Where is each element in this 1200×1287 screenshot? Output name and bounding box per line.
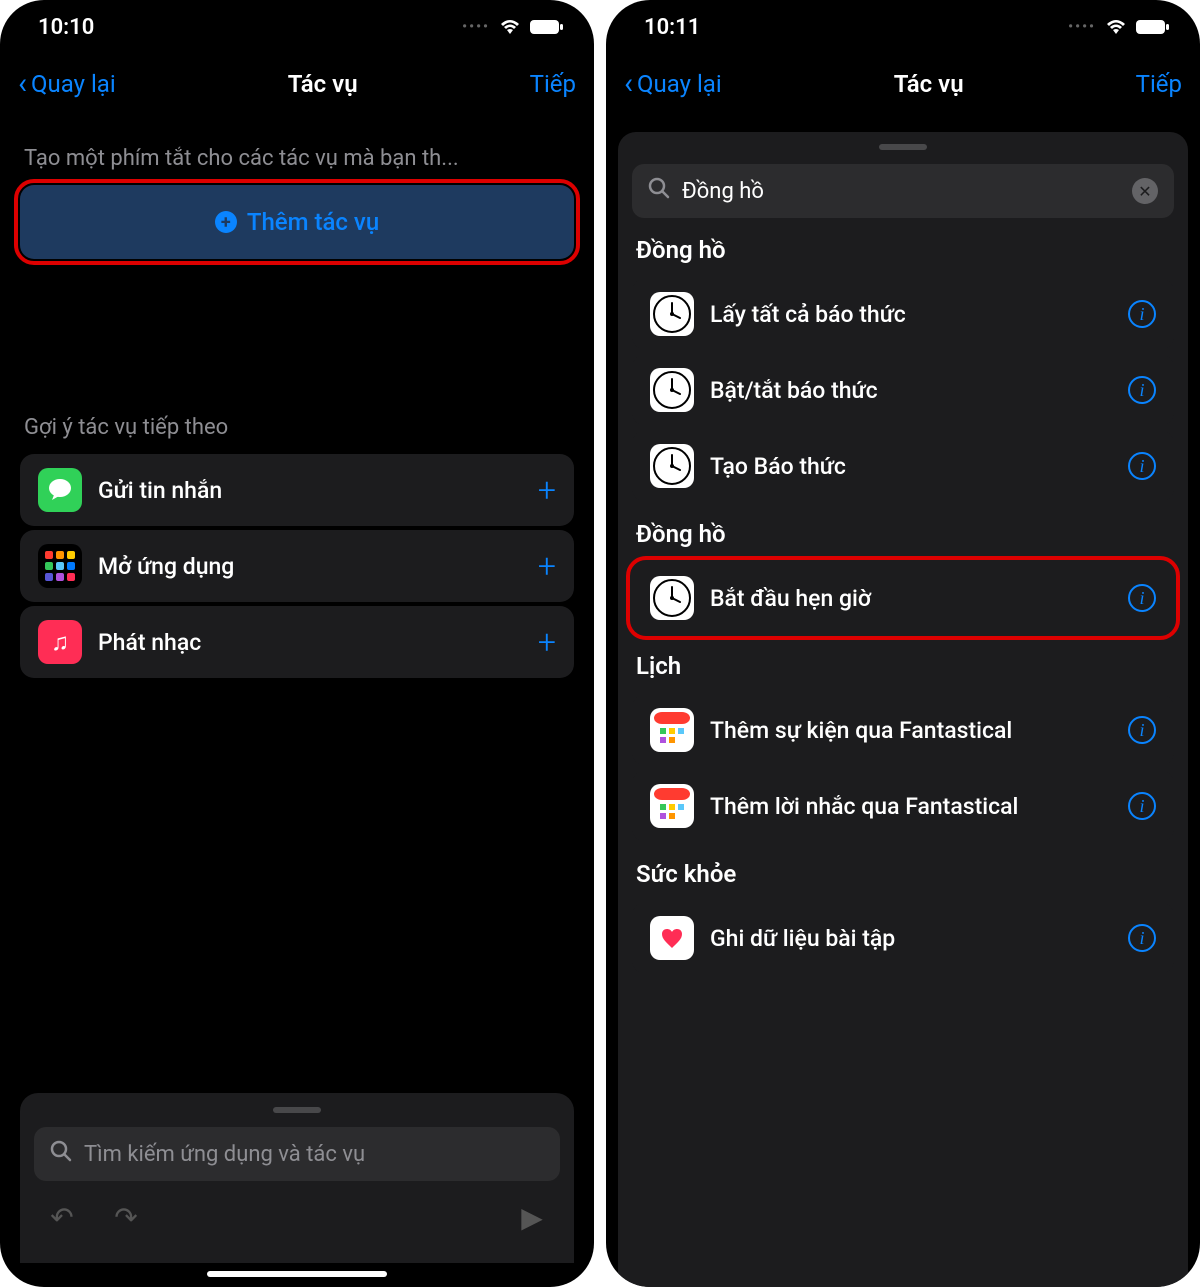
grabber-icon[interactable] (879, 144, 927, 150)
action-label: Bắt đầu hẹn giờ (710, 585, 1112, 612)
content-area: Tạo một phím tắt cho các tác vụ mà bạn t… (0, 114, 594, 1263)
action-list: Bắt đầu hẹn giờ i (632, 562, 1174, 634)
section-header: Lịch (636, 652, 1170, 680)
action-row[interactable]: Bật/tắt báo thức i (632, 354, 1174, 426)
health-icon (650, 916, 694, 960)
back-label: Quay lại (637, 70, 722, 98)
section-header: Đồng hồ (636, 236, 1170, 264)
suggestion-row[interactable]: Mở ứng dụng + (20, 530, 574, 602)
suggestion-label: Gửi tin nhắn (98, 477, 522, 504)
cellular-dots-icon: •••• (1068, 19, 1096, 35)
clock-icon (650, 368, 694, 412)
add-icon[interactable]: + (538, 623, 556, 661)
back-button[interactable]: ‹ Quay lại (624, 69, 722, 99)
app-grid-icon (38, 544, 82, 588)
battery-icon (1136, 19, 1170, 35)
action-row[interactable]: Tạo Báo thức i (632, 430, 1174, 502)
status-icons: •••• (462, 18, 564, 36)
clock-icon (650, 292, 694, 336)
info-icon[interactable]: i (1128, 792, 1156, 820)
status-bar: 10:10 •••• (0, 0, 594, 54)
add-task-label: Thêm tác vụ (247, 208, 379, 236)
action-label: Ghi dữ liệu bài tập (710, 925, 1112, 952)
search-input[interactable]: Tìm kiếm ứng dụng và tác vụ (34, 1127, 560, 1181)
keyboard-accessory: ↶ ↷ ▶ (34, 1189, 560, 1245)
add-icon[interactable]: + (538, 471, 556, 509)
bottom-sheet: Tìm kiếm ứng dụng và tác vụ ↶ ↷ ▶ (20, 1093, 574, 1263)
next-button[interactable]: Tiếp (530, 70, 576, 98)
section-header: Sức khỏe (636, 860, 1170, 888)
clear-icon[interactable]: ✕ (1132, 178, 1158, 204)
action-label: Thêm sự kiện qua Fantastical (710, 717, 1112, 744)
action-label: Thêm lời nhắc qua Fantastical (710, 793, 1112, 820)
search-icon (648, 177, 670, 205)
page-title: Tác vụ (288, 70, 358, 98)
suggestion-row[interactable]: Gửi tin nhắn + (20, 454, 574, 526)
back-button[interactable]: ‹ Quay lại (18, 69, 116, 99)
grabber-icon[interactable] (273, 1107, 321, 1113)
play-icon[interactable]: ▶ (510, 1201, 554, 1234)
suggestion-row[interactable]: ♫ Phát nhạc + (20, 606, 574, 678)
suggestions-list: Gửi tin nhắn + Mở ứng dụng + ♫ Phát nhạc… (20, 454, 574, 678)
action-label: Lấy tất cả báo thức (710, 301, 1112, 328)
info-icon[interactable]: i (1128, 924, 1156, 952)
next-button[interactable]: Tiếp (1136, 70, 1182, 98)
hint-text: Tạo một phím tắt cho các tác vụ mà bạn t… (24, 146, 570, 171)
wifi-icon (1104, 18, 1128, 36)
home-indicator[interactable] (207, 1271, 387, 1277)
info-icon[interactable]: i (1128, 376, 1156, 404)
status-time: 10:11 (644, 15, 700, 40)
redo-icon[interactable]: ↷ (104, 1201, 148, 1234)
action-row[interactable]: Thêm sự kiện qua Fantastical i (632, 694, 1174, 766)
fantastical-icon (650, 708, 694, 752)
action-list: Lấy tất cả báo thức i Bật/tắt báo thức i… (632, 278, 1174, 502)
search-value: Đồng hồ (682, 179, 1120, 204)
add-task-button[interactable]: + Thêm tác vụ (20, 185, 574, 259)
info-icon[interactable]: i (1128, 716, 1156, 744)
suggestion-label: Phát nhạc (98, 629, 522, 656)
section-header: Đồng hồ (636, 520, 1170, 548)
status-bar: 10:11 •••• (606, 0, 1200, 54)
action-row-start-timer[interactable]: Bắt đầu hẹn giờ i (632, 562, 1174, 634)
wifi-icon (498, 18, 522, 36)
back-label: Quay lại (31, 70, 116, 98)
nav-bar: ‹ Quay lại Tác vụ Tiếp (0, 54, 594, 114)
page-title: Tác vụ (894, 70, 964, 98)
search-panel: Đồng hồ ✕ Đồng hồ Lấy tất cả báo thức i (618, 132, 1188, 1287)
suggestions-header: Gợi ý tác vụ tiếp theo (24, 415, 570, 440)
add-icon[interactable]: + (538, 547, 556, 585)
search-input[interactable]: Đồng hồ ✕ (632, 164, 1174, 218)
action-row[interactable]: Thêm lời nhắc qua Fantastical i (632, 770, 1174, 842)
action-label: Bật/tắt báo thức (710, 377, 1112, 404)
status-time: 10:10 (38, 15, 94, 40)
search-placeholder: Tìm kiếm ứng dụng và tác vụ (84, 1142, 544, 1167)
action-row[interactable]: Ghi dữ liệu bài tập i (632, 902, 1174, 974)
action-list: Thêm sự kiện qua Fantastical i Thêm lời … (632, 694, 1174, 842)
info-icon[interactable]: i (1128, 452, 1156, 480)
chevron-left-icon: ‹ (18, 69, 27, 99)
cellular-dots-icon: •••• (462, 19, 490, 35)
suggestion-label: Mở ứng dụng (98, 553, 522, 580)
phone-right: 10:11 •••• ‹ Quay lại Tác vụ Tiếp Đồng (606, 0, 1200, 1287)
clock-icon (650, 576, 694, 620)
plus-circle-icon: + (215, 211, 237, 233)
action-label: Tạo Báo thức (710, 453, 1112, 480)
battery-icon (530, 19, 564, 35)
clock-icon (650, 444, 694, 488)
info-icon[interactable]: i (1128, 300, 1156, 328)
undo-icon[interactable]: ↶ (40, 1201, 84, 1234)
music-icon: ♫ (38, 620, 82, 664)
chevron-left-icon: ‹ (624, 69, 633, 99)
messages-icon (38, 468, 82, 512)
nav-bar: ‹ Quay lại Tác vụ Tiếp (606, 54, 1200, 114)
info-icon[interactable]: i (1128, 584, 1156, 612)
content-area: Đồng hồ ✕ Đồng hồ Lấy tất cả báo thức i (606, 114, 1200, 1287)
fantastical-icon (650, 784, 694, 828)
search-icon (50, 1140, 72, 1168)
action-list: Ghi dữ liệu bài tập i (632, 902, 1174, 974)
status-icons: •••• (1068, 18, 1170, 36)
action-row[interactable]: Lấy tất cả báo thức i (632, 278, 1174, 350)
phone-left: 10:10 •••• ‹ Quay lại Tác vụ Tiếp Tạo mộ… (0, 0, 594, 1287)
